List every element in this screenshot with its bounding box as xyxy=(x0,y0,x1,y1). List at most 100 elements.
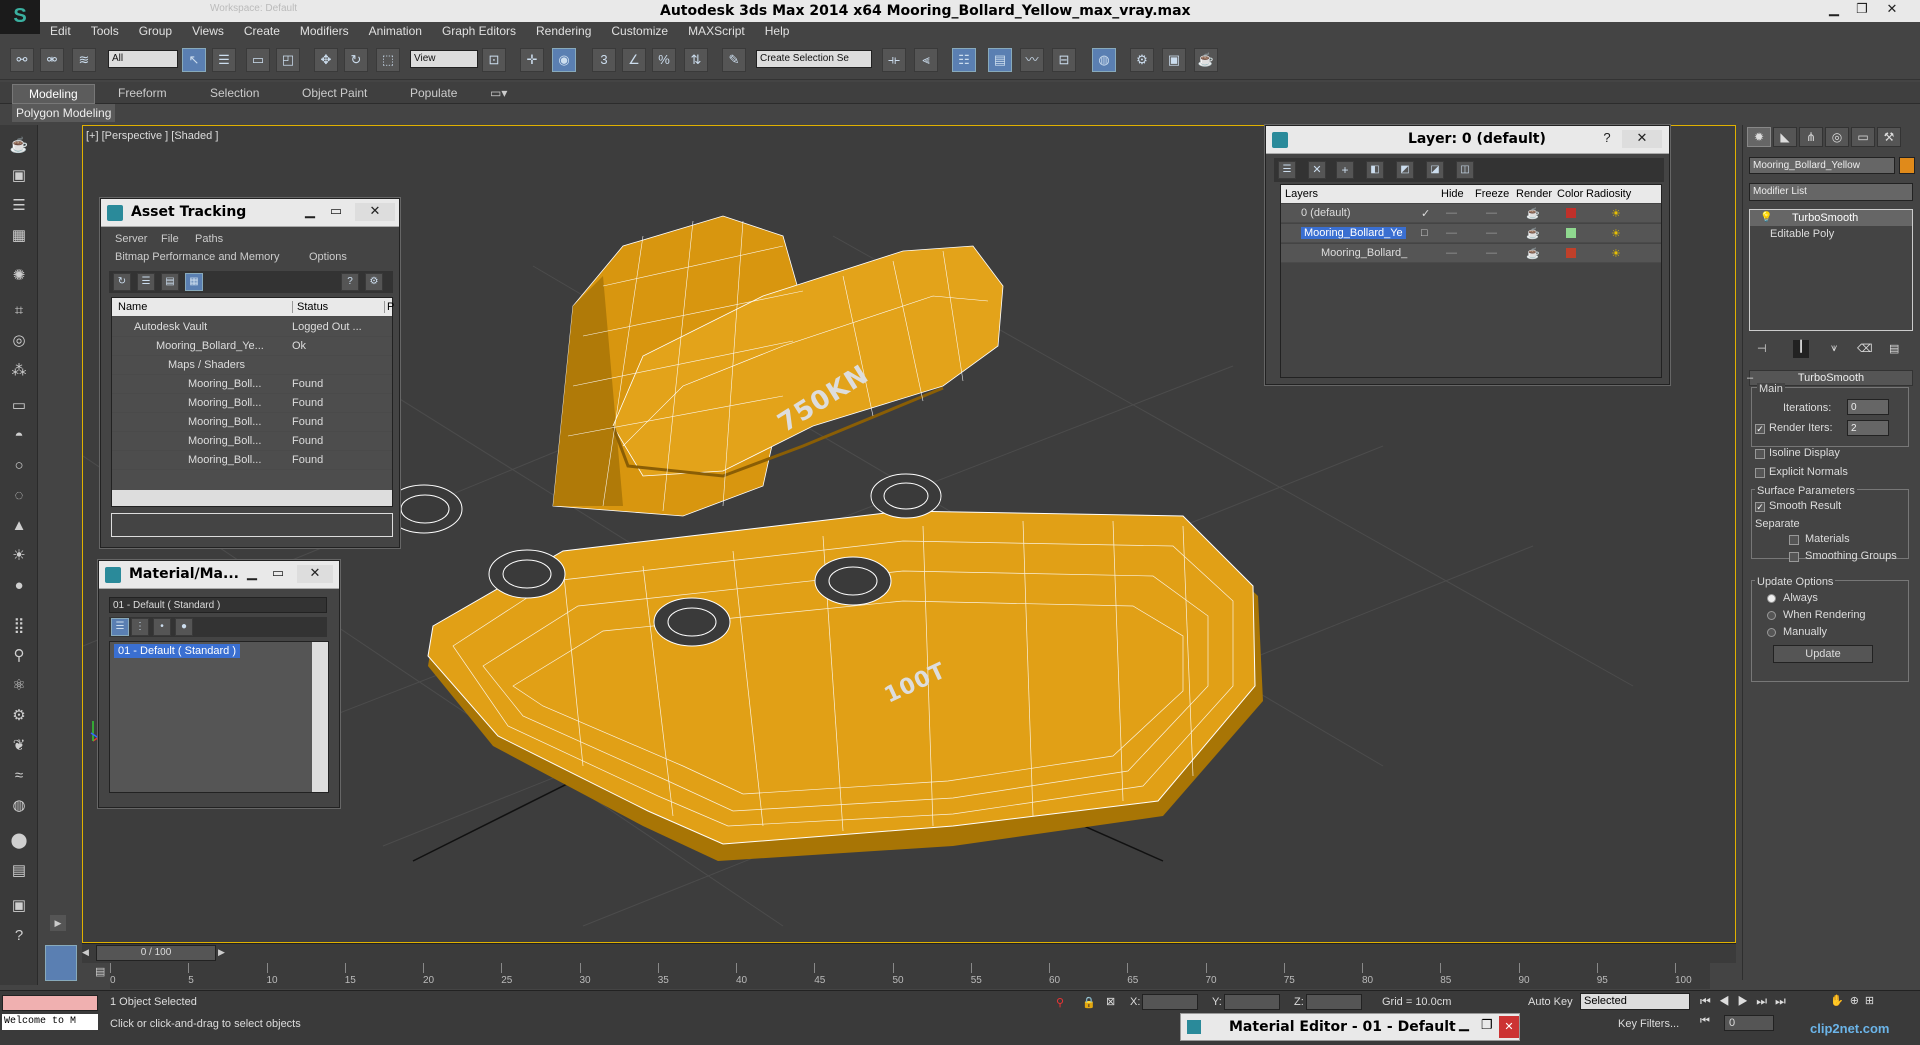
reference-coordinate-dropdown[interactable]: View xyxy=(410,50,478,68)
list-item[interactable]: Mooring_Boll... Found xyxy=(112,451,392,470)
next-frame-icon[interactable]: ▶ xyxy=(218,947,230,960)
app-logo-icon[interactable]: S xyxy=(0,0,40,34)
render-iters-spinner[interactable]: 2 xyxy=(1847,420,1889,436)
tab-object-paint[interactable]: Object Paint xyxy=(302,86,367,100)
create-layer-icon[interactable]: ☰ xyxy=(1278,161,1296,179)
close-button[interactable]: ✕ xyxy=(1878,0,1906,20)
col-name[interactable]: Name xyxy=(118,301,147,313)
display-tab-icon[interactable]: ▭ xyxy=(1851,127,1875,147)
hide-toggle-icon[interactable]: — xyxy=(1446,227,1457,239)
explicit-normals-checkbox[interactable] xyxy=(1755,468,1765,478)
grid-view-icon[interactable]: ▦ xyxy=(185,273,203,291)
layer-color-swatch[interactable] xyxy=(1566,228,1576,238)
absolute-mode-icon[interactable]: ⊠ xyxy=(1106,995,1115,1008)
iterations-spinner[interactable]: 0 xyxy=(1847,399,1889,415)
material-icon[interactable]: ● xyxy=(175,618,193,636)
restore-button[interactable]: ❐ xyxy=(1481,1017,1493,1033)
auto-key-button[interactable]: Auto Key xyxy=(1528,996,1573,1008)
layer-row[interactable]: Mooring_Bollard_ — — ☕ ☀ xyxy=(1281,244,1661,263)
highlight-layer-icon[interactable]: ◩ xyxy=(1396,161,1414,179)
material-item-selected[interactable]: 01 - Default ( Standard ) xyxy=(114,644,241,658)
rollout-collapse-icon[interactable]: – xyxy=(1747,372,1753,384)
hide-all-icon[interactable]: ◪ xyxy=(1426,161,1444,179)
minimize-button[interactable]: ▁ xyxy=(243,565,261,583)
move-icon[interactable]: ✥ xyxy=(314,48,338,72)
material-browser-titlebar[interactable]: Material/Ma... ▁ ▭ ✕ xyxy=(99,561,339,589)
show-end-result-icon[interactable]: ┃ xyxy=(1793,340,1809,358)
angle-snap-icon[interactable]: ∠ xyxy=(622,48,646,72)
graphite-tools-icon[interactable]: ▤ xyxy=(988,48,1012,72)
tab-freeform[interactable]: Freeform xyxy=(118,86,167,100)
playback-controls-icon[interactable]: ⏮◀▶⏭⏭ xyxy=(1700,994,1794,1009)
make-unique-icon[interactable]: ⩛ xyxy=(1831,342,1837,355)
z-coord-field[interactable] xyxy=(1306,994,1362,1010)
render-teapot-icon[interactable]: ☕ xyxy=(1526,247,1540,260)
col-p[interactable]: P xyxy=(384,301,394,313)
trackbar[interactable]: 0 5 10 15 20 25 30 35 40 45 50 55 60 65 70 75 80 85 90 95 10… xyxy=(110,963,1710,989)
pin-stack-icon[interactable]: ⊣ xyxy=(1757,342,1767,355)
shell-icon[interactable]: ◍ xyxy=(6,795,32,817)
when-rendering-radio[interactable] xyxy=(1767,611,1776,620)
create-tab-icon[interactable]: ✹ xyxy=(1747,127,1771,147)
percent-snap-icon[interactable]: % xyxy=(652,48,676,72)
menu-tools[interactable]: Tools xyxy=(81,22,129,38)
select-object-icon[interactable]: ↖ xyxy=(182,48,206,72)
layer-row[interactable]: 0 (default) ✓ — — ☕ ☀ xyxy=(1281,204,1661,223)
ball-icon[interactable]: ● xyxy=(6,575,32,597)
table-view-icon[interactable]: ▤ xyxy=(161,273,179,291)
align-icon[interactable]: ⫷ xyxy=(914,48,938,72)
trackbar-menu-icon[interactable]: ▤ xyxy=(95,965,105,978)
layer-manager-icon[interactable]: ☷ xyxy=(952,48,976,72)
rendered-frame-window-icon[interactable]: ▣ xyxy=(1162,48,1186,72)
dots-icon[interactable]: ⣿ xyxy=(6,615,32,637)
mixer-icon[interactable]: ⚲ xyxy=(6,645,32,667)
pivot-center-icon[interactable]: ⊡ xyxy=(482,48,506,72)
hierarchy-tab-icon[interactable]: ⋔ xyxy=(1799,127,1823,147)
help-icon[interactable]: ? xyxy=(6,925,32,947)
list-view-icon[interactable]: ☰ xyxy=(137,273,155,291)
tab-selection[interactable]: Selection xyxy=(210,86,259,100)
menu-views[interactable]: Views xyxy=(182,22,234,38)
close-button[interactable]: ✕ xyxy=(297,565,333,583)
close-button[interactable]: ✕ xyxy=(355,203,395,221)
menu-rendering[interactable]: Rendering xyxy=(526,22,601,38)
maxscript-mini-listener-pink[interactable] xyxy=(2,995,98,1011)
hide-toggle-icon[interactable]: — xyxy=(1446,247,1457,259)
material-editor-minimized[interactable]: Material Editor - 01 - Default ▁ ❐ ✕ xyxy=(1180,1013,1520,1041)
always-radio[interactable] xyxy=(1767,594,1776,603)
horizontal-scrollbar[interactable] xyxy=(112,490,392,506)
col-color[interactable]: Color xyxy=(1557,188,1583,200)
bind-space-warp-icon[interactable]: ≋ xyxy=(72,48,96,72)
select-layer-icon[interactable]: ◧ xyxy=(1366,161,1384,179)
object-color-swatch[interactable] xyxy=(1899,157,1915,174)
lock-icon[interactable]: 🔒 xyxy=(1082,996,1096,1009)
rect-selection-icon[interactable]: ▭ xyxy=(246,48,270,72)
col-layers[interactable]: Layers xyxy=(1285,188,1318,200)
menu-options[interactable]: Options xyxy=(309,251,347,263)
table-icon[interactable]: ▤ xyxy=(6,860,32,882)
maxscript-listener[interactable]: Welcome to M xyxy=(2,1014,98,1030)
smooth-result-checkbox[interactable]: ✓ xyxy=(1755,502,1765,512)
render-teapot-icon[interactable]: ☕ xyxy=(1526,207,1540,220)
render-teapot-icon[interactable]: ☕ xyxy=(1526,227,1540,240)
gear-icon[interactable]: ⚙ xyxy=(6,705,32,727)
snaps-toggle-icon[interactable]: 3 xyxy=(592,48,616,72)
helper-icon[interactable]: ◎ xyxy=(6,330,32,352)
col-hide[interactable]: Hide xyxy=(1441,188,1464,200)
menu-help[interactable]: Help xyxy=(755,22,800,38)
minimize-button[interactable]: ▁ xyxy=(1820,0,1848,20)
asset-path-field[interactable] xyxy=(111,513,393,537)
time-slider[interactable]: 0 / 100 xyxy=(96,945,216,961)
close-button[interactable]: ✕ xyxy=(1499,1016,1519,1038)
time-slider-track[interactable]: ◀ 0 / 100 ▶ xyxy=(82,943,1736,963)
minimize-button[interactable]: ▁ xyxy=(301,203,319,221)
layer-row[interactable]: Mooring_Bollard_Ye □ — — ☕ ☀ xyxy=(1281,224,1661,243)
hair-icon[interactable]: ≈ xyxy=(6,765,32,787)
menu-server[interactable]: Server xyxy=(115,233,147,245)
grid-icon[interactable]: ▦ xyxy=(6,225,32,247)
minimize-button[interactable]: ▁ xyxy=(1459,1016,1469,1032)
asset-tracking-titlebar[interactable]: Asset Tracking ▁ ▭ ✕ xyxy=(101,199,399,227)
menu-animation[interactable]: Animation xyxy=(359,22,432,38)
active-check-icon[interactable]: ✓ xyxy=(1421,207,1430,220)
list-item[interactable]: Mooring_Boll... Found xyxy=(112,413,392,432)
